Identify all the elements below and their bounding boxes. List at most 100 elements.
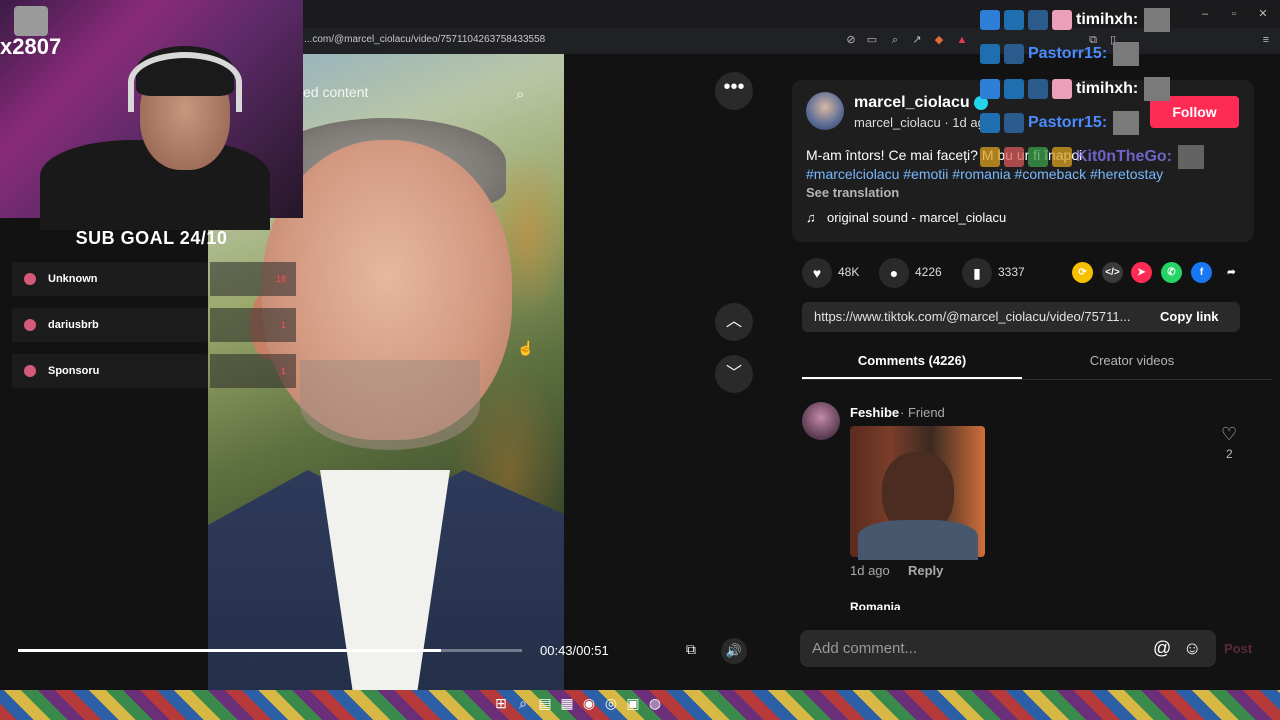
browser-icon[interactable]: ◉ <box>578 695 600 712</box>
comment-like-icon[interactable]: ♡ <box>1221 424 1237 445</box>
music-link[interactable]: original sound - marcel_ciolacu <box>827 210 1006 225</box>
badge-icon <box>1004 79 1024 99</box>
sub-goal: SUB GOAL 24/10 <box>75 228 228 248</box>
like-button[interactable]: ♥ 48K <box>802 255 859 289</box>
badge-icon <box>980 79 1000 99</box>
badge-icon <box>980 10 1000 30</box>
chat-message: Pastorr15: <box>980 42 1140 68</box>
bookmark-icon: ▮ <box>962 257 992 288</box>
comment-icon: ● <box>879 257 909 288</box>
badge-icon <box>980 147 1000 167</box>
donor-icon <box>24 319 36 331</box>
previous-video-button[interactable]: ︿ <box>715 303 753 341</box>
chat-avatar <box>1178 145 1204 169</box>
badge-icon <box>1004 44 1024 64</box>
volume-icon[interactable]: 🔊 <box>721 638 747 664</box>
post-link[interactable]: https://www.tiktok.com/@marcel_ciolacu/v… <box>814 309 1150 324</box>
music-note-icon: ♫ <box>806 210 816 225</box>
chat-avatar <box>1144 8 1171 32</box>
comment-friend-tag: · Friend <box>900 405 945 420</box>
address-bar[interactable]: ...com/@marcel_ciolacu/video/75711042637… <box>300 30 980 50</box>
embed-icon[interactable]: </> <box>1102 262 1123 283</box>
save-button[interactable]: ▮ 3337 <box>962 255 1025 289</box>
windows-start-icon[interactable]: ⊞ <box>490 695 512 712</box>
chat-message: Pastorr15: <box>980 111 1140 137</box>
donor-icon <box>24 365 36 377</box>
more-options-button[interactable]: ••• <box>715 72 753 110</box>
see-translation-button[interactable]: See translation <box>806 185 899 200</box>
mute-site-icon[interactable]: ⊘ <box>845 34 857 46</box>
author-subline: marcel_ciolacu · 1d ag <box>854 115 985 130</box>
app-icon[interactable]: ▣ <box>622 695 644 712</box>
mention-icon[interactable]: @ <box>1153 638 1171 659</box>
tab-creator-videos[interactable]: Creator videos <box>1022 345 1242 379</box>
brave-shield-icon[interactable]: ◆ <box>933 34 945 46</box>
search-taskbar-icon[interactable]: ⌕ <box>512 695 534 712</box>
share-icon[interactable]: ➦ <box>1221 262 1242 283</box>
zoom-icon[interactable]: ⌕ <box>889 34 901 46</box>
emoji-icon[interactable]: ☺ <box>1183 638 1201 659</box>
search-icon[interactable]: ⌕ <box>516 86 524 103</box>
taskbar-icons: ⊞ ⌕ ▤ ▦ ◉ ◎ ▣ ◍ <box>490 695 666 715</box>
badge-icon <box>1028 79 1048 99</box>
screen-icon[interactable]: ▭ <box>866 34 878 46</box>
chat-username: timihxh: <box>1076 80 1139 97</box>
badge-icon <box>980 113 1000 133</box>
video-subject-beard <box>300 360 480 450</box>
donor-amount: 1 <box>210 308 296 342</box>
send-icon[interactable]: ➤ <box>1131 262 1152 283</box>
share-page-icon[interactable]: ↗ <box>911 34 923 46</box>
close-window-icon[interactable]: ✕ <box>1257 8 1269 20</box>
picture-in-picture-icon[interactable]: ⧉ <box>680 641 702 661</box>
comment-button[interactable]: ● 4226 <box>879 255 942 289</box>
badge-icon <box>1004 147 1024 167</box>
post-comment-button[interactable]: Post <box>1224 641 1252 656</box>
chat-username: Pastorr15: <box>1028 114 1108 131</box>
comment-avatar[interactable] <box>802 402 840 440</box>
maximize-icon[interactable]: ▫ <box>1228 8 1240 20</box>
streamer-headphones <box>128 52 242 112</box>
gift-icon <box>1052 10 1072 30</box>
author-name[interactable]: marcel_ciolacu <box>854 94 970 112</box>
author-avatar[interactable] <box>806 92 844 130</box>
tab-divider <box>802 379 1272 380</box>
steam-icon[interactable]: ◎ <box>600 695 622 712</box>
tab-comments[interactable]: Comments (4226) <box>802 345 1022 379</box>
donor-amount: 18 <box>210 262 296 296</box>
chat-avatar <box>1144 77 1171 101</box>
save-count: 3337 <box>998 265 1025 279</box>
comment-input[interactable]: Add comment... <box>812 640 917 657</box>
reply-button[interactable]: Reply <box>908 563 943 578</box>
donor-row: dariusbrb <box>12 308 208 342</box>
discord-icon[interactable]: ◍ <box>644 695 666 712</box>
badge-icon <box>980 44 1000 64</box>
donor-name: Unknown <box>48 273 98 285</box>
chat-avatar <box>1113 42 1140 66</box>
facebook-icon[interactable]: f <box>1191 262 1212 283</box>
chat-message: Kit0nTheGo: <box>980 145 1204 171</box>
comment-like-count: 2 <box>1226 447 1233 461</box>
video-progress-fill <box>18 649 442 652</box>
files-icon[interactable]: ▤ <box>534 695 556 712</box>
sub-avatar <box>14 6 48 36</box>
folder-icon[interactable]: ▦ <box>556 695 578 712</box>
chat-message: timihxh: <box>980 77 1171 103</box>
comment-image-shirt <box>858 520 978 560</box>
comment-username[interactable]: Feshibe <box>850 405 899 420</box>
like-count: 48K <box>838 265 860 279</box>
next-comment-username[interactable]: Romania <box>850 600 901 610</box>
copy-link-button[interactable]: Copy link <box>1160 309 1219 324</box>
minimize-icon[interactable]: – <box>1199 8 1211 20</box>
menu-icon[interactable]: ≡ <box>1260 34 1272 46</box>
donor-name: Sponsoru <box>48 365 100 377</box>
badge-icon <box>1028 147 1048 167</box>
chat-username: Kit0nTheGo: <box>1076 148 1172 165</box>
next-video-button[interactable]: ﹀ <box>715 355 753 393</box>
comment-count: 4226 <box>915 265 942 279</box>
video-overlay-label: ed content <box>303 84 369 100</box>
rewards-icon[interactable]: ▲ <box>956 34 968 46</box>
donor-name: dariusbrb <box>48 319 99 331</box>
repost-icon[interactable]: ⟳ <box>1072 262 1093 283</box>
chat-username: timihxh: <box>1076 11 1139 28</box>
whatsapp-icon[interactable]: ✆ <box>1161 262 1182 283</box>
